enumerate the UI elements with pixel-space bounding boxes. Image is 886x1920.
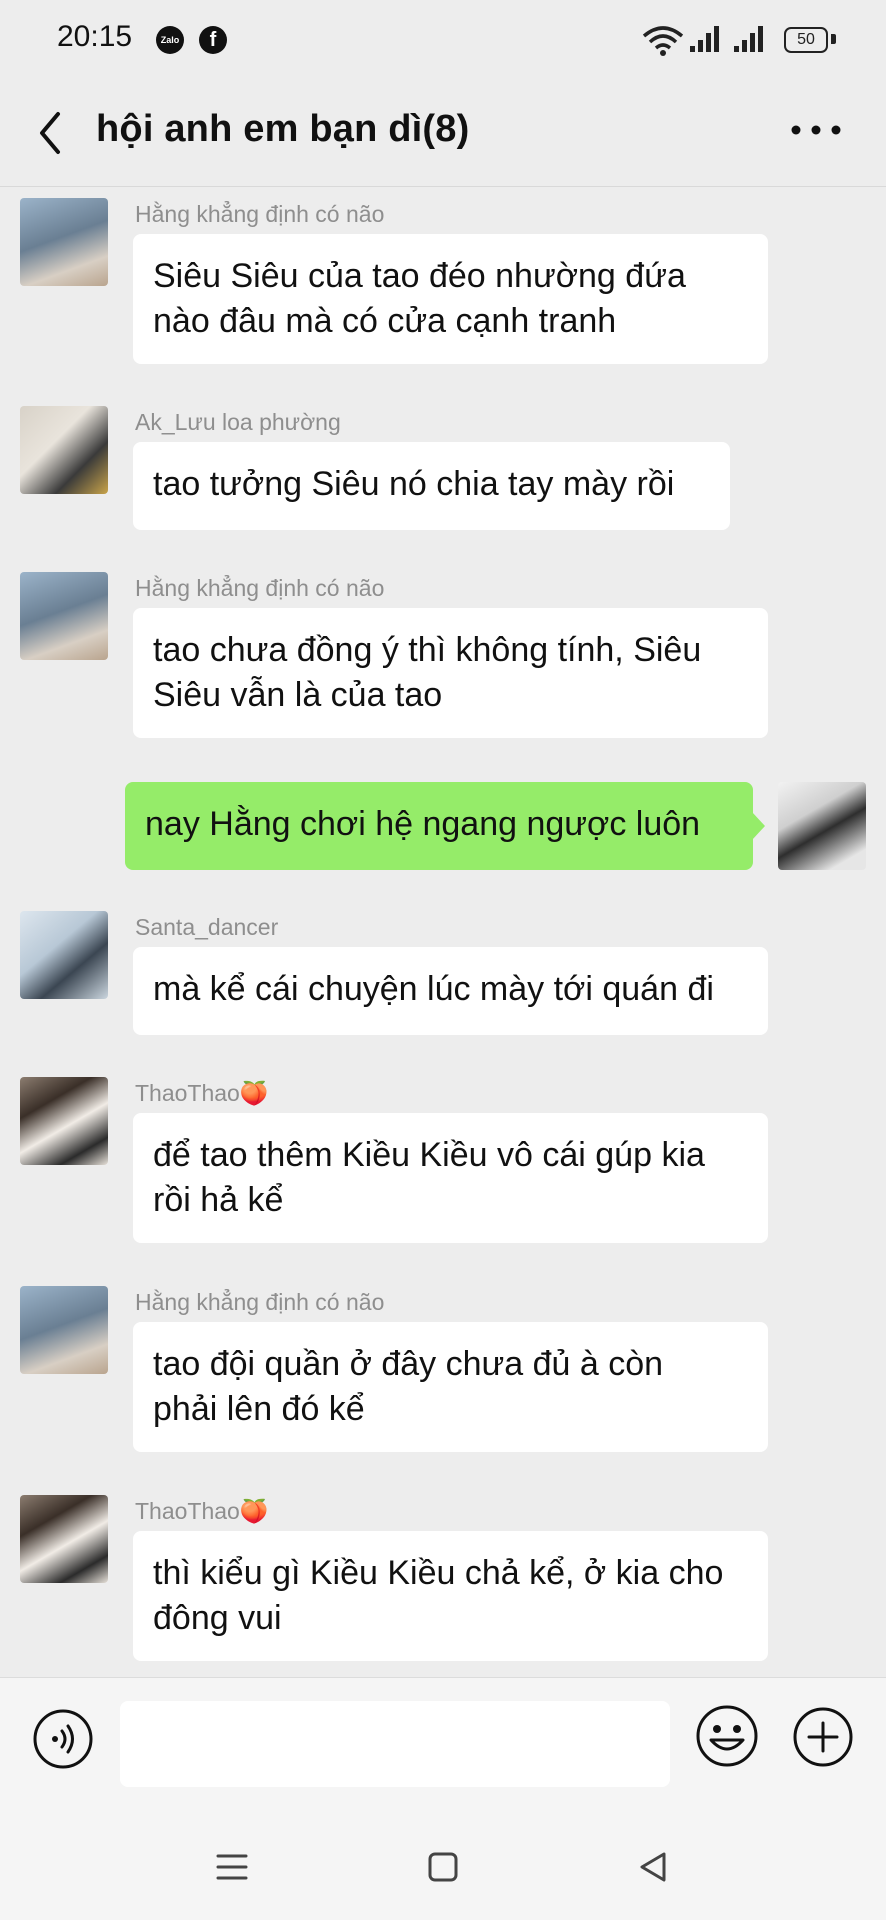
avatar-me[interactable] [778,782,866,870]
message-line: đông vui [153,1599,282,1637]
back-icon[interactable] [634,1847,674,1887]
message-line: nay Hằng chơi hệ ngang ngược luôn [145,805,701,843]
chevron-left-icon[interactable] [32,106,72,160]
sender-name: Ak_Lưu loa phường [135,409,341,435]
facebook-icon: f [199,26,227,54]
avatar-thaothao[interactable] [20,1077,108,1165]
message-line: Siêu Siêu của tao đéo nhường đứa [153,257,686,295]
home-icon[interactable] [423,1847,463,1887]
avatar-hang[interactable] [20,1286,108,1374]
signal-icon [690,26,719,52]
message-line: mà kể cái chuyện lúc mày tới quán đi [153,970,714,1008]
sender-name: ThaoThao🍑 [135,1498,269,1524]
message-bubble[interactable]: tao đội quần ở đây chưa đủ à còn phải lê… [133,1322,768,1452]
message-list[interactable]: Hằng khẳng định có não Siêu Siêu của tao… [0,187,886,1677]
plus-icon[interactable] [792,1706,854,1768]
menu-icon[interactable] [212,1847,252,1887]
chat-header: hội anh em bạn dì(8) [0,80,886,187]
sender-name: Hằng khẳng định có não [135,201,385,227]
message-line: rồi hả kể [153,1181,284,1219]
message-bubble-mine[interactable]: nay Hằng chơi hệ ngang ngược luôn [125,782,753,870]
bubble-tail [752,812,765,840]
message-line: tao chưa đồng ý thì không tính, Siêu [153,631,702,669]
message-bubble[interactable]: Siêu Siêu của tao đéo nhường đứa nào đâu… [133,234,768,364]
message-input[interactable] [120,1701,670,1787]
avatar-santa[interactable] [20,911,108,999]
message-bubble[interactable]: tao tưởng Siêu nó chia tay mày rồi [133,442,730,530]
avatar-hang[interactable] [20,572,108,660]
sender-name: Hằng khẳng định có não [135,1289,385,1315]
battery-indicator: 50 [784,27,828,53]
message-line: tao đội quần ở đây chưa đủ à còn [153,1345,664,1383]
voice-icon[interactable] [32,1708,94,1770]
status-time: 20:15 [57,20,133,53]
zalo-icon: Zalo [156,26,184,54]
message-line: để tao thêm Kiều Kiều vô cái gúp kia [153,1136,705,1174]
message-bubble[interactable]: để tao thêm Kiều Kiều vô cái gúp kia rồi… [133,1113,768,1243]
wifi-icon [642,26,684,56]
message-bubble[interactable]: mà kể cái chuyện lúc mày tới quán đi [133,947,768,1035]
message-line: thì kiểu gì Kiều Kiều chả kể, ở kia cho [153,1554,724,1592]
status-bar: 20:15 Zalo f 50 [0,0,886,80]
message-line: nào đâu mà có cửa cạnh tranh [153,302,617,340]
system-nav-bar [0,1811,886,1920]
avatar-hang[interactable] [20,198,108,286]
chat-title: hội anh em bạn dì(8) [96,108,470,150]
sender-name: Hằng khẳng định có não [135,575,385,601]
sender-name: Santa_dancer [135,914,279,940]
message-bubble[interactable]: tao chưa đồng ý thì không tính, Siêu Siê… [133,608,768,738]
signal-icon [734,26,763,52]
battery-tip [831,34,836,44]
emoji-icon[interactable] [695,1704,759,1768]
input-bar [0,1677,886,1812]
avatar-ak-luu[interactable] [20,406,108,494]
message-bubble[interactable]: thì kiểu gì Kiều Kiều chả kể, ở kia cho … [133,1531,768,1661]
more-dots-icon[interactable] [786,110,846,150]
message-line: phải lên đó kể [153,1390,365,1428]
message-line: tao tưởng Siêu nó chia tay mày rồi [153,465,675,503]
avatar-thaothao[interactable] [20,1495,108,1583]
message-line: Siêu vẫn là của tao [153,676,443,714]
sender-name: ThaoThao🍑 [135,1080,269,1106]
